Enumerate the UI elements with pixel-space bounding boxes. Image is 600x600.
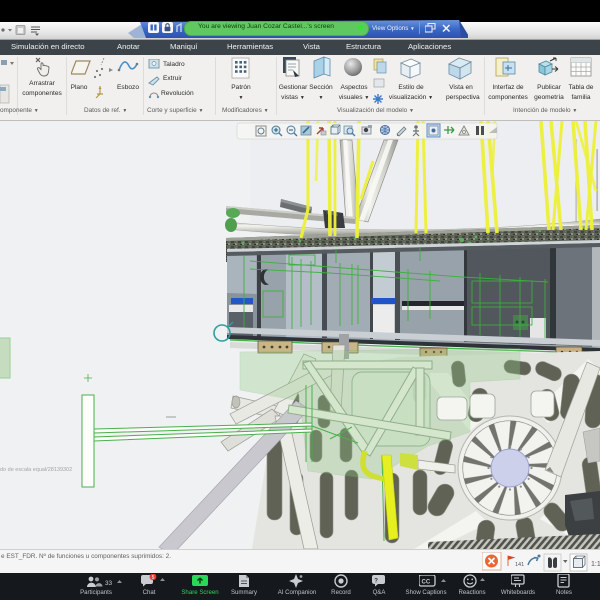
- svg-text:141: 141: [515, 562, 524, 568]
- svg-text:do de escala equal/28139302: do de escala equal/28139302: [0, 467, 72, 473]
- svg-text:1:1: 1:1: [591, 561, 600, 568]
- svg-text:CC: CC: [422, 580, 431, 586]
- svg-text:5: 5: [152, 575, 155, 581]
- svg-text:33: 33: [105, 580, 113, 587]
- svg-text:?: ?: [374, 578, 378, 584]
